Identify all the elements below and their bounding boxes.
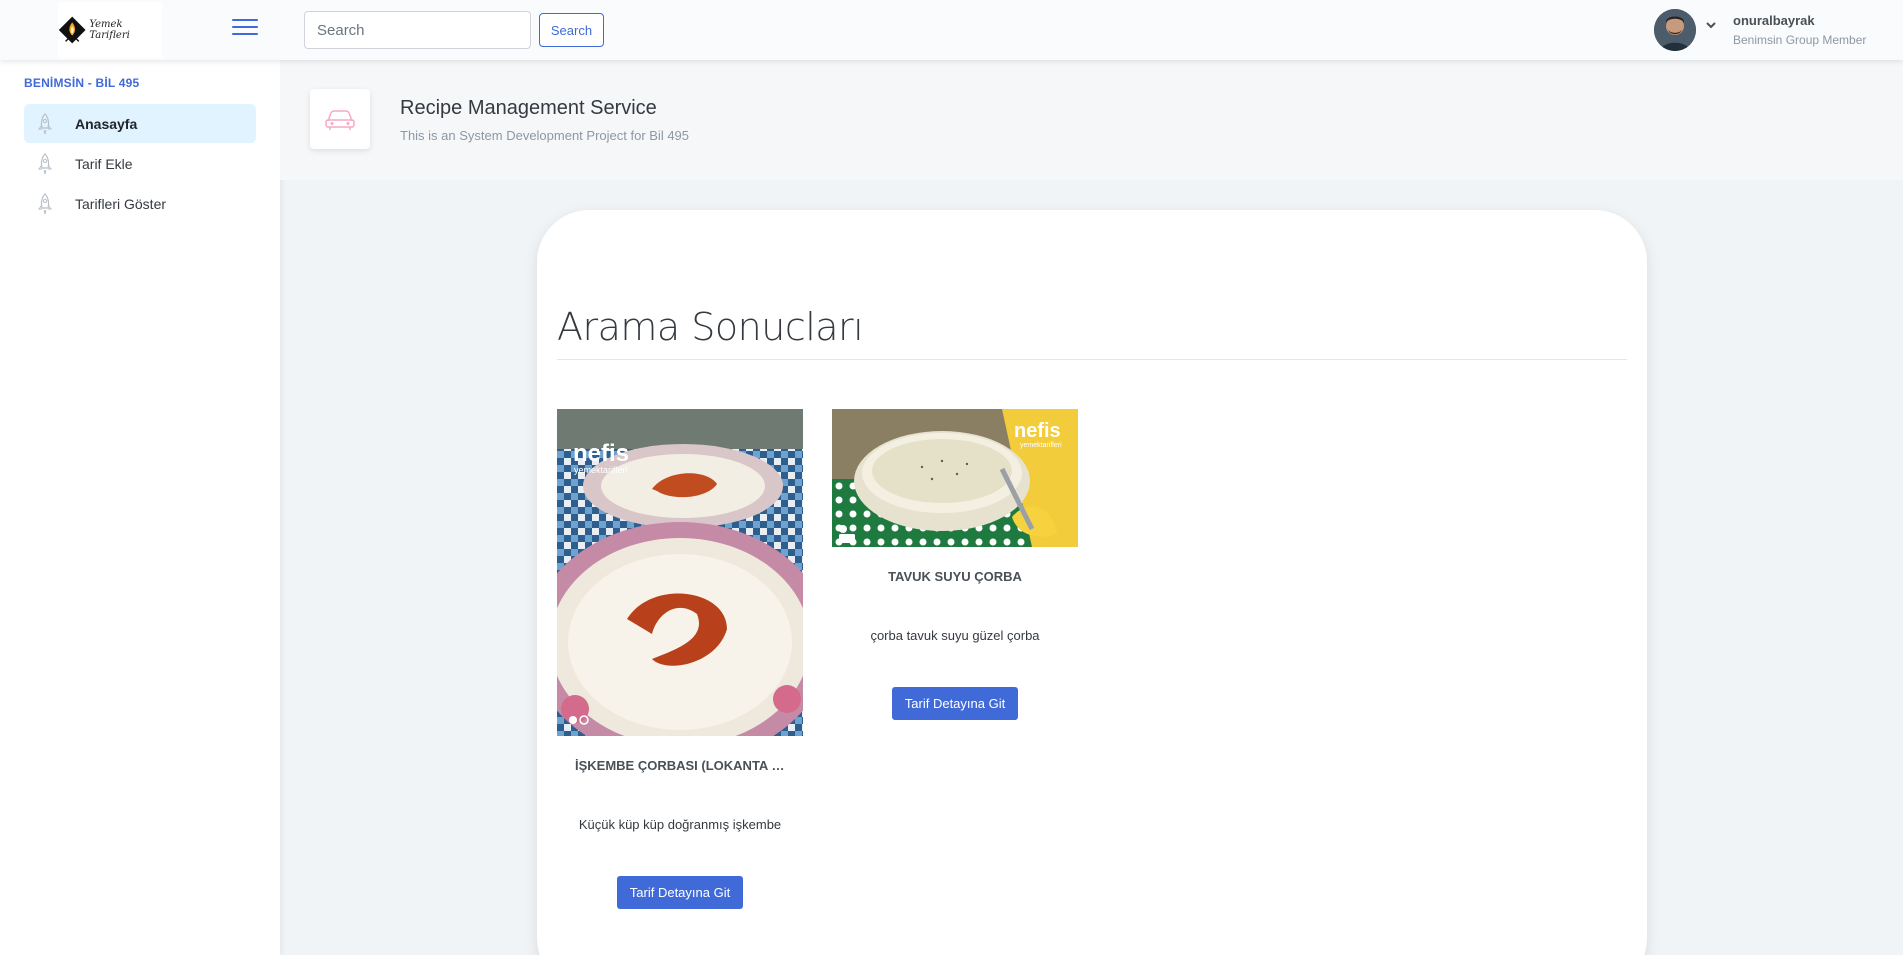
recipe-image-watermark-sub: yemektarifleri [574, 465, 628, 475]
sidebar-item-label: Anasayfa [75, 115, 138, 132]
hamburger-line [232, 33, 258, 35]
user-name: onuralbayrak [1733, 13, 1815, 28]
avatar[interactable] [1654, 9, 1696, 51]
page-title-icon-box [310, 89, 370, 149]
sidebar: BENİMSİN - BİL 495 Anasayfa Tarif Ekle T… [0, 60, 280, 955]
logo[interactable]: Yemek Tarifleri [58, 2, 162, 58]
page-title-bar: Recipe Management Service This is an Sys… [280, 60, 1903, 180]
search-input[interactable] [304, 11, 531, 49]
recipe-image[interactable]: nefis yemektarifleri [832, 409, 1078, 547]
car-icon [325, 110, 355, 130]
recipe-image-watermark-sub: yemektarifleri [1020, 442, 1062, 449]
rocket-icon [38, 192, 52, 214]
hamburger-line [232, 19, 258, 21]
divider [557, 359, 1627, 360]
app-header: Yemek Tarifleri Search onuralbayrak Beni… [0, 0, 1903, 60]
page-subtitle: This is an System Development Project fo… [400, 128, 690, 143]
sidebar-item-label: Tarif Ekle [75, 155, 133, 172]
user-role: Benimsin Group Member [1733, 33, 1867, 47]
sidebar-item-anasayfa[interactable]: Anasayfa [24, 104, 256, 143]
sidebar-heading: BENİMSİN - BİL 495 [24, 76, 140, 90]
search-results-card: Arama Sonucları nefis yemektarifleri İŞK… [537, 210, 1647, 955]
page-title: Recipe Management Service [400, 97, 657, 119]
recipe-image[interactable]: nefis yemektarifleri [557, 409, 803, 736]
avatar-image [1654, 9, 1696, 51]
logo-icon [58, 16, 86, 44]
recipe-description: Küçük küp küp doğranmış işkembe [578, 817, 782, 832]
search-button[interactable]: Search [539, 13, 604, 47]
recipe-name: İŞKEMBE ÇORBASI (LOKANTA USULÜ) [575, 758, 803, 773]
chevron-down-icon[interactable] [1704, 18, 1718, 32]
results-heading: Arama Sonucları [557, 305, 864, 349]
recipe-detail-button[interactable]: Tarif Detayına Git [616, 876, 744, 909]
recipe-image-watermark: nefis [573, 440, 629, 467]
sidebar-item-tarif-ekle[interactable]: Tarif Ekle [24, 144, 256, 183]
recipe-card: nefis yemektarifleri İŞKEMBE ÇORBASI (LO… [557, 409, 803, 909]
sidebar-item-label: Tarifleri Göster [75, 195, 167, 212]
recipe-detail-button[interactable]: Tarif Detayına Git [891, 687, 1019, 720]
recipe-card: nefis yemektarifleri TAVUK SUYU ÇORBA ço… [832, 409, 1078, 720]
sidebar-item-tarifleri-goster[interactable]: Tarifleri Göster [24, 184, 256, 223]
hamburger-line [232, 26, 258, 28]
menu-toggle-button[interactable] [232, 19, 258, 37]
recipe-name: TAVUK SUYU ÇORBA [888, 569, 1022, 584]
rocket-icon [38, 152, 52, 174]
logo-text: Yemek Tarifleri [89, 19, 130, 41]
rocket-icon [38, 112, 52, 134]
recipe-image-watermark: nefis [1014, 420, 1061, 442]
recipe-description: çorba tavuk suyu güzel çorba [870, 628, 1040, 643]
